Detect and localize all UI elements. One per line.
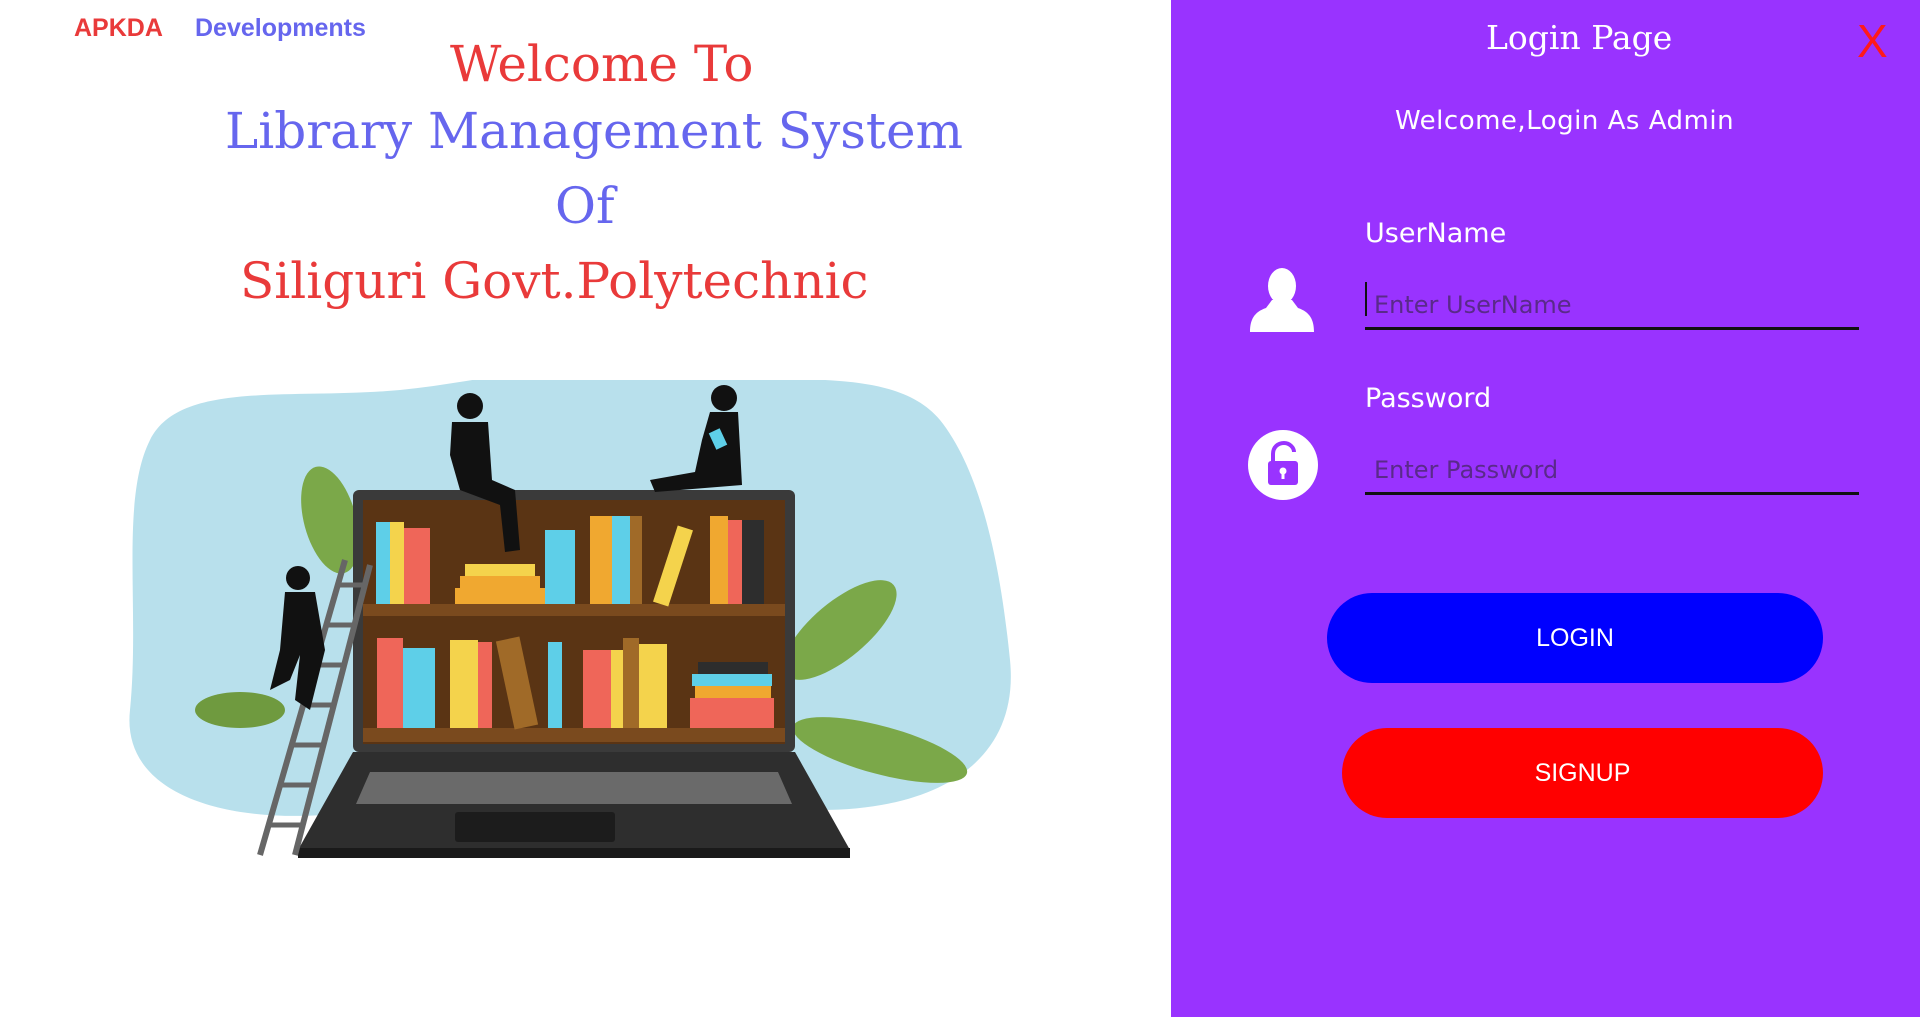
lock-icon [1248,430,1318,500]
text-cursor [1365,282,1367,316]
welcome-heading: Welcome To [450,35,754,93]
login-subtitle: Welcome,Login As Admin [1395,106,1735,136]
library-laptop-illustration [129,380,1011,858]
brand-name-apkda: APKDA [74,14,163,42]
password-input[interactable] [1365,447,1859,495]
system-name-heading: Library Management System [225,102,964,160]
username-label: UserName [1365,218,1507,249]
brand-name-developments: Developments [195,14,366,42]
username-input[interactable] [1365,282,1859,330]
login-page-title: Login Page [1486,18,1673,57]
password-label: Password [1365,383,1492,414]
login-button[interactable]: LOGIN [1327,593,1823,683]
user-icon [1250,268,1314,332]
of-heading: Of [555,177,615,235]
close-button[interactable]: X [1857,14,1888,68]
signup-button[interactable]: SIGNUP [1342,728,1823,818]
institution-heading: Siliguri Govt.Polytechnic [240,252,869,310]
welcome-panel: APKDA Developments Welcome To Library Ma… [0,0,1171,1017]
login-panel: Login Page X Welcome,Login As Admin User… [1171,0,1920,1017]
